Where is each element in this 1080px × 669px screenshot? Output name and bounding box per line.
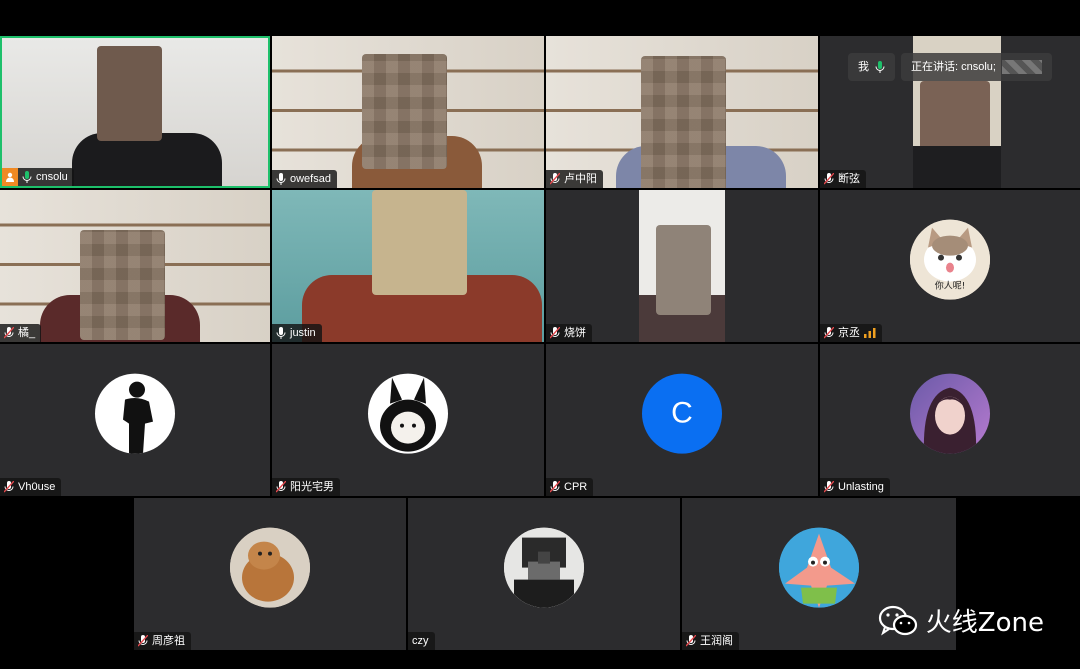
participant-name: Vh0use — [18, 481, 56, 493]
video-tile-justin[interactable]: justin — [272, 190, 544, 342]
pet-icon — [230, 527, 310, 608]
pixelated-face — [362, 54, 447, 169]
mic-muted-icon — [138, 635, 148, 647]
bunny-avatar — [368, 373, 448, 454]
participant-silhouette — [72, 133, 222, 186]
name-bar: justin — [272, 324, 322, 342]
mic-on-icon — [22, 171, 32, 183]
speaking-pill: 正在讲话: cnsolu; — [901, 53, 1052, 81]
video-tile-duanxian[interactable]: 我 正在讲话: cnsolu; 断弦 — [820, 36, 1080, 188]
pixelated-face — [641, 56, 726, 188]
participant-name: cnsolu — [36, 171, 68, 183]
pixelated-photo-icon — [504, 527, 584, 608]
portrait-icon — [923, 387, 977, 454]
signal-strength-icon — [864, 328, 876, 338]
name-bar: CPR — [546, 478, 594, 496]
bunny-hood-icon — [380, 377, 436, 452]
watermark-text: 火线Zone — [925, 608, 1044, 638]
video-tile-zhouyanzu[interactable]: 周彦祖 — [134, 498, 406, 650]
mic-muted-icon — [550, 481, 560, 493]
name-bar: 京丞 — [820, 324, 882, 342]
portrait-avatar — [910, 373, 990, 454]
mic-on-icon — [875, 61, 885, 73]
name-bar: Vh0use — [0, 478, 62, 496]
mic-muted-icon — [4, 327, 14, 339]
video-tile-jingcheng[interactable]: 你人呢! 京丞 — [820, 190, 1080, 342]
letter-avatar: C — [642, 373, 722, 454]
pixelated-avatar — [504, 527, 584, 608]
participant-name: justin — [290, 327, 316, 339]
participant-name: czy — [412, 635, 429, 647]
name-bar: 周彦祖 — [134, 632, 191, 650]
speaking-redaction — [1001, 60, 1042, 74]
name-bar: 卢中阳 — [546, 170, 603, 188]
participant-name: 橘_ — [18, 327, 36, 339]
video-tile-shaobing[interactable]: 烧饼 — [546, 190, 818, 342]
name-bar: Unlasting — [820, 478, 890, 496]
pet-avatar — [230, 527, 310, 608]
pixelated-face — [97, 46, 162, 141]
mic-muted-icon — [824, 173, 834, 185]
name-bar: owefsad — [272, 170, 337, 188]
video-tile-lu-zhongyang[interactable]: 卢中阳 — [546, 36, 818, 188]
participant-name: 京丞 — [838, 327, 860, 339]
participant-name: 烧饼 — [564, 327, 586, 339]
participant-name: 卢中阳 — [564, 173, 597, 185]
video-tile-cnsolu[interactable]: cnsolu — [0, 36, 270, 188]
name-bar: 橘_ — [0, 324, 42, 342]
video-tile-unlasting[interactable]: Unlasting — [820, 344, 1080, 496]
mic-icon — [276, 327, 286, 339]
pixelated-face — [656, 225, 711, 315]
video-tile-czy[interactable]: czy — [408, 498, 680, 650]
wechat-icon — [878, 605, 917, 635]
cartoon-avatar — [779, 527, 859, 608]
me-label: 我 — [858, 61, 869, 73]
mic-muted-icon — [276, 481, 286, 493]
name-bar: 断弦 — [820, 170, 866, 188]
mic-icon — [276, 173, 286, 185]
name-bar: 王润阁 — [682, 632, 739, 650]
participant-silhouette — [913, 146, 1001, 188]
starfish-icon — [779, 527, 859, 608]
mic-muted-icon — [550, 173, 560, 185]
video-tile-owefsad[interactable]: owefsad — [272, 36, 544, 188]
speaking-text: 正在讲话: cnsolu; — [911, 61, 996, 73]
pixelated-face — [80, 230, 165, 340]
video-tile-cpr[interactable]: C CPR — [546, 344, 818, 496]
video-tile-ju[interactable]: 橘_ — [0, 190, 270, 342]
participant-name: Unlasting — [838, 481, 884, 493]
participant-name: 周彦祖 — [152, 635, 185, 647]
mic-muted-icon — [4, 481, 14, 493]
mic-muted-icon — [686, 635, 696, 647]
me-mic-pill[interactable]: 我 — [848, 53, 895, 81]
name-bar: 烧饼 — [546, 324, 592, 342]
cat-caption: 你人呢! — [934, 281, 966, 292]
mic-muted-icon — [824, 327, 834, 339]
participant-name: 断弦 — [838, 173, 860, 185]
mic-muted-icon — [550, 327, 560, 339]
participant-name: owefsad — [290, 173, 331, 185]
pixelated-face — [372, 190, 467, 295]
video-tile-vh0use[interactable]: Vh0use — [0, 344, 270, 496]
name-bar: cnsolu — [2, 168, 74, 186]
silhouette-icon — [123, 381, 153, 454]
avatar-letter: C — [671, 396, 693, 430]
silhouette-avatar — [95, 373, 175, 454]
participant-name: 王润阁 — [700, 635, 733, 647]
wechat-watermark: 火线Zone — [878, 602, 1044, 639]
speaker-indicator: 我 正在讲话: cnsolu; — [848, 53, 1052, 81]
host-icon — [2, 168, 18, 186]
mic-muted-icon — [824, 481, 834, 493]
video-tile-yangguang[interactable]: 阳光宅男 — [272, 344, 544, 496]
name-bar: 阳光宅男 — [272, 478, 340, 496]
name-bar: czy — [408, 632, 435, 650]
cat-avatar: 你人呢! — [910, 219, 990, 300]
participant-name: CPR — [564, 481, 588, 493]
participant-name: 阳光宅男 — [290, 481, 334, 493]
